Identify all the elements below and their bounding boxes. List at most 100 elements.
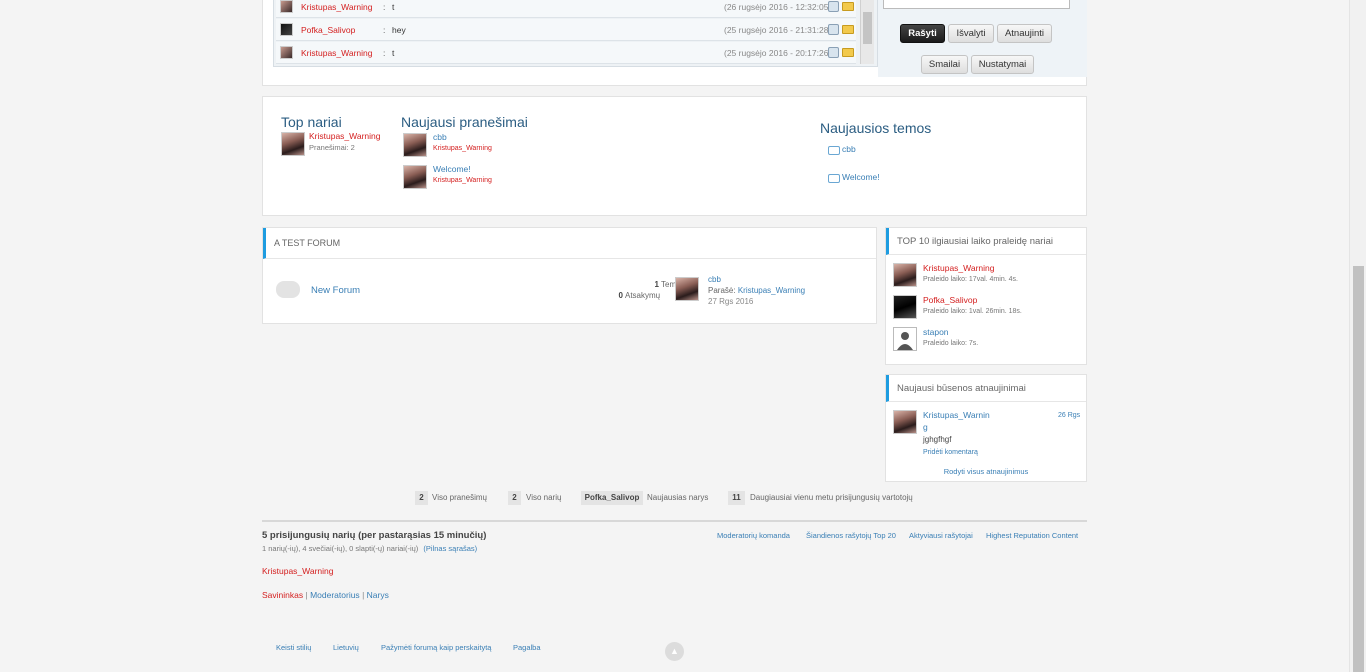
topic-icon [828, 174, 840, 183]
top10-name[interactable]: Kristupas_Warning [923, 263, 995, 273]
category-title[interactable]: A TEST FORUM [263, 228, 876, 259]
board-highlights: Top nariai Kristupas_Warning Pranešimai:… [262, 96, 1087, 216]
avatar-icon [280, 46, 293, 59]
latest-post-title[interactable]: Welcome! [433, 164, 471, 174]
edit-icon[interactable] [828, 47, 839, 58]
status-date[interactable]: 26 Rgs [1058, 412, 1080, 419]
topics-count: 1 [654, 280, 659, 289]
shout-author[interactable]: Pofka_Salivop [301, 25, 355, 35]
shout-message: t [392, 47, 395, 58]
shout-time: (26 rugsėjo 2016 - 12:32:05) [724, 1, 832, 12]
newest-member-link[interactable]: Pofka_Salivop [581, 491, 643, 505]
shout-row: Pofka_Salivop : hey (25 rugsėjo 2016 - 2… [276, 19, 856, 41]
latest-post-author[interactable]: Kristupas_Warning [433, 145, 492, 152]
last-post-title[interactable]: cbb [708, 275, 721, 284]
divider [262, 520, 1087, 522]
shout-author[interactable]: Kristupas_Warning [301, 2, 373, 12]
status-text: jghgfhgf [923, 435, 952, 444]
shout-separator: : [383, 1, 386, 12]
shout-row: Kristupas_Warning : t (26 rugsėjo 2016 -… [276, 0, 856, 18]
top-posters-link[interactable]: Aktyviausi rašytojai [909, 531, 973, 540]
refresh-button[interactable]: Atnaujinti [997, 24, 1052, 43]
most-online-label: Daugiausiai vienu metu prisijungusių var… [750, 493, 913, 502]
page-scrollbar-thumb[interactable] [1353, 266, 1364, 672]
avatar[interactable] [675, 277, 699, 301]
folder-icon[interactable] [842, 48, 854, 57]
shout-row: Kristupas_Warning : t (25 rugsėjo 2016 -… [276, 42, 856, 64]
legend-owner[interactable]: Savininkas [262, 590, 303, 600]
mark-read-link[interactable]: Pažymėti forumą kaip perskaitytą [381, 643, 491, 652]
latest-topic-link[interactable]: cbb [842, 144, 856, 154]
last-post-byline: Parašė: Kristupas_Warning [708, 286, 805, 295]
avatar[interactable] [281, 132, 305, 156]
highest-reputation-link[interactable]: Highest Reputation Content [986, 531, 1078, 540]
edit-icon[interactable] [828, 24, 839, 35]
folder-icon[interactable] [842, 25, 854, 34]
smilies-button[interactable]: Smailai [921, 55, 968, 74]
avatar[interactable] [403, 133, 427, 157]
top20-today-link[interactable]: Šiandienos rašytojų Top 20 [806, 531, 896, 540]
top10-time: Praleido laiko: 7s. [923, 340, 979, 347]
forum-read-icon [276, 281, 300, 298]
legend-sep: | [362, 590, 365, 600]
moderator-team-link[interactable]: Moderatorių komanda [717, 531, 790, 540]
add-comment-link[interactable]: Pridėti komentarą [923, 449, 978, 456]
replies-count: 0 [618, 291, 623, 300]
change-style-link[interactable]: Keisti stilių [276, 643, 311, 652]
avatar[interactable] [893, 410, 917, 434]
back-to-top-icon[interactable]: ▲ [665, 642, 684, 661]
top10-name[interactable]: stapon [923, 327, 949, 337]
shout-time: (25 rugsėjo 2016 - 21:31:28) [724, 24, 832, 35]
total-members-label: Viso narių [526, 493, 562, 502]
avatar-icon [280, 0, 293, 13]
online-breakdown-text: 1 narių(-ių), 4 svečiai(-ių), 0 slapti(-… [262, 544, 419, 553]
top10-name[interactable]: Pofka_Salivop [923, 295, 977, 305]
forum-category: A TEST FORUM New Forum 1 Temų 0 Atsakymų… [262, 227, 877, 324]
shout-time: (25 rugsėjo 2016 - 20:17:26) [724, 47, 832, 58]
write-button[interactable]: Rašyti [900, 24, 945, 43]
total-members-count: 2 [508, 491, 521, 505]
shout-message: t [392, 1, 395, 12]
newest-member-label: Naujausias narys [647, 493, 709, 502]
avatar[interactable] [403, 165, 427, 189]
latest-topic-link[interactable]: Welcome! [842, 172, 880, 182]
clear-button[interactable]: Išvalyti [948, 24, 994, 43]
settings-button[interactable]: Nustatymai [971, 55, 1034, 74]
legend-sep: | [305, 590, 308, 600]
edit-icon[interactable] [828, 1, 839, 12]
shoutbox-scrollbar[interactable] [860, 0, 874, 64]
shout-input[interactable] [883, 0, 1070, 9]
topic-icon [828, 146, 840, 155]
shout-message: hey [392, 24, 406, 35]
latest-post-author[interactable]: Kristupas_Warning [433, 177, 492, 184]
legend-moderator[interactable]: Moderatorius [310, 590, 360, 600]
latest-posts-title: Naujausi pranešimai [401, 114, 528, 130]
avatar[interactable] [893, 263, 917, 287]
full-list-link[interactable]: (Pilnas sąrašas) [423, 544, 477, 553]
top10-time-block: TOP 10 ilgiausiai laiko praleidę nariai … [885, 227, 1087, 365]
top10-time: Praleido laiko: 1val. 26min. 18s. [923, 308, 1022, 315]
latest-post-title[interactable]: cbb [433, 132, 447, 142]
status-author-line: Kristupas_Warnin [923, 410, 990, 420]
language-link[interactable]: Lietuvių [333, 643, 359, 652]
group-legend: Savininkas | Moderatorius | Narys [262, 590, 389, 600]
avatar[interactable] [893, 327, 917, 351]
shout-author[interactable]: Kristupas_Warning [301, 48, 373, 58]
total-posts-count: 2 [415, 491, 428, 505]
top-member-name[interactable]: Kristupas_Warning [309, 131, 381, 141]
avatar[interactable] [893, 295, 917, 319]
status-author-line: g [923, 422, 928, 432]
show-all-updates-link[interactable]: Rodyti visus atnaujinimus [886, 467, 1086, 476]
page-scrollbar[interactable] [1349, 0, 1366, 672]
last-post-author[interactable]: Kristupas_Warning [738, 286, 805, 295]
help-link[interactable]: Pagalba [513, 643, 541, 652]
folder-icon[interactable] [842, 2, 854, 11]
top-members-title: Top nariai [281, 114, 342, 130]
forum-name-link[interactable]: New Forum [311, 285, 360, 296]
legend-member[interactable]: Narys [367, 590, 389, 600]
online-member-link[interactable]: Kristupas_Warning [262, 566, 334, 576]
status-author[interactable]: Kristupas_Warnin g [923, 409, 1003, 433]
latest-topics-title: Naujausios temos [820, 120, 932, 136]
avatar-icon [280, 23, 293, 36]
byline-label: Parašė: [708, 286, 736, 295]
